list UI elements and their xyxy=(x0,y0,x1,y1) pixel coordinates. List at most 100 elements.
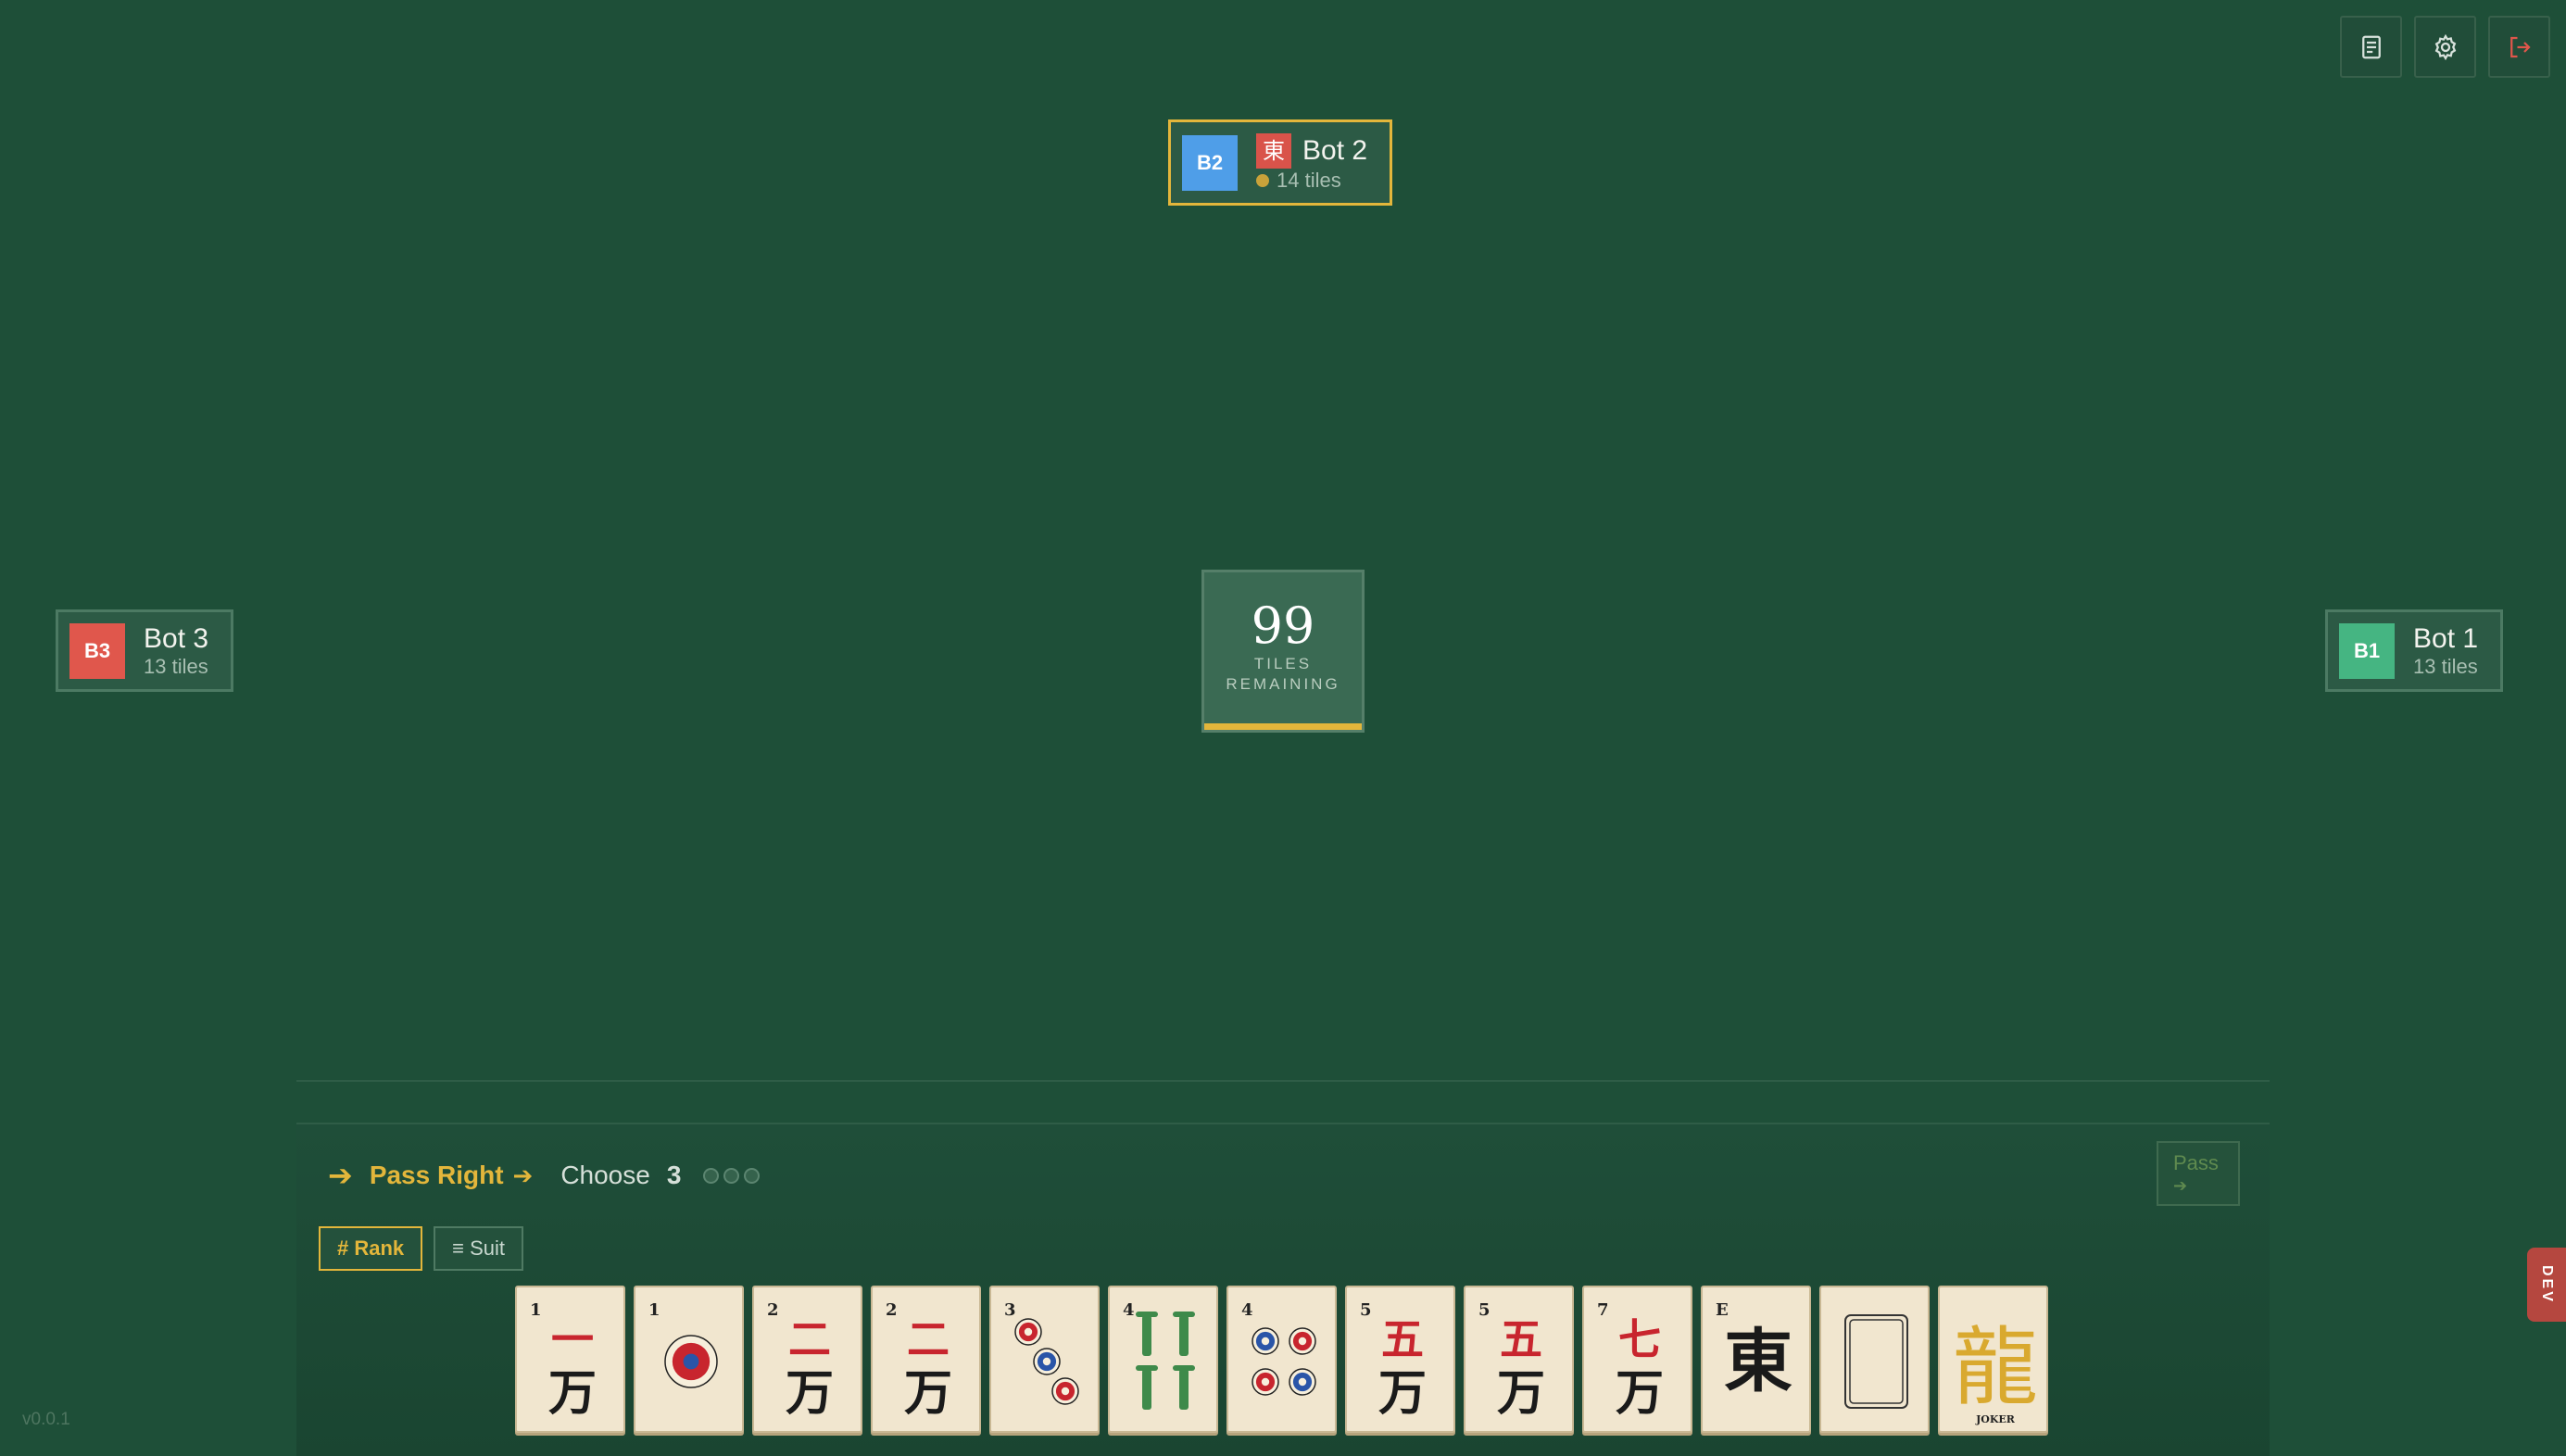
remaining-label: REMAINING xyxy=(1226,675,1340,693)
pass-title-arrow-icon: ➔ xyxy=(512,1161,534,1189)
selection-slots xyxy=(703,1167,761,1184)
player-avatar: B2 xyxy=(1182,134,1238,191)
hand-tile[interactable]: 龍 JOKER xyxy=(1938,1286,2048,1433)
pass-button[interactable]: Pass ➔ xyxy=(2157,1141,2240,1206)
crak-character-mark: 万 xyxy=(1616,1365,1664,1422)
character-tile-face: 五万 xyxy=(1497,1314,1545,1422)
player-right: B1 Bot 1 13 tiles xyxy=(2325,609,2504,692)
dot-tile-face xyxy=(1014,1318,1079,1405)
tile-glyph: 五 xyxy=(1500,1314,1542,1364)
sort-by-rank-button[interactable]: # Rank xyxy=(319,1226,423,1271)
tile-glyph: 七 xyxy=(1618,1314,1661,1364)
bamboo-stick xyxy=(1142,1315,1151,1356)
selection-slot xyxy=(723,1167,740,1184)
bamboo-knot xyxy=(1173,1365,1195,1371)
pass-button-arrow-icon: ➔ xyxy=(2173,1176,2188,1195)
tile-glyph: 二 xyxy=(907,1314,950,1364)
dealer-wind-badge: 東 xyxy=(1256,132,1291,169)
tile-glyph: 五 xyxy=(1381,1314,1424,1364)
player-left: B3 Bot 3 13 tiles xyxy=(56,609,234,692)
dot-pip-core xyxy=(683,1353,699,1370)
dot-pip-core xyxy=(1261,1337,1270,1346)
dot-pip-core xyxy=(1042,1357,1051,1366)
log-button[interactable] xyxy=(2340,16,2402,78)
hand-tile[interactable]: E東 xyxy=(1701,1286,1811,1433)
sort-controls: # Rank ≡ Suit xyxy=(319,1226,524,1271)
wall-counter: 99 TILES REMAINING xyxy=(1201,570,1365,733)
exit-icon xyxy=(2509,36,2531,57)
crak-character-mark: 万 xyxy=(548,1365,597,1422)
hand-tile[interactable]: 1一万 xyxy=(515,1286,625,1433)
dot-pip-core xyxy=(1024,1327,1033,1337)
character-tile-face: 七万 xyxy=(1616,1314,1664,1422)
bamboo-knot xyxy=(1136,1312,1158,1317)
hand-tile[interactable]: 1 xyxy=(634,1286,744,1433)
pass-title: Pass Right xyxy=(369,1161,504,1189)
selection-slot xyxy=(703,1167,720,1184)
hand-tile[interactable]: 2二万 xyxy=(871,1286,981,1433)
selection-slot xyxy=(744,1167,761,1184)
top-toolbar xyxy=(2340,16,2550,78)
tiles-remaining-count: 99 xyxy=(1251,596,1315,655)
hand-tile[interactable]: 4 xyxy=(1226,1286,1337,1433)
crak-character-mark: 万 xyxy=(904,1365,952,1422)
dot-pip-core xyxy=(1261,1377,1270,1387)
player-avatar: B3 xyxy=(69,622,125,679)
player-name: Bot 3 xyxy=(144,622,209,654)
hand-tile[interactable]: 2二万 xyxy=(752,1286,862,1433)
sort-by-suit-button[interactable]: ≡ Suit xyxy=(434,1226,524,1271)
exit-button[interactable] xyxy=(2488,16,2550,78)
dev-tab[interactable]: DEV xyxy=(2527,1248,2566,1322)
choose-label: Choose xyxy=(560,1161,650,1189)
wall-progress-bar xyxy=(1204,723,1362,730)
crak-character-mark: 万 xyxy=(1497,1365,1545,1422)
crak-character-mark: 万 xyxy=(786,1365,834,1422)
joker-glyph: 龍 xyxy=(1953,1318,2038,1417)
hand-panel: ➔ Pass Right ➔ Choose 3 Pass ➔ # Rank ≡ … xyxy=(296,1123,2270,1456)
settings-icon xyxy=(2434,33,2456,60)
dot-pip-core xyxy=(1298,1337,1307,1346)
dot-tile-face xyxy=(664,1335,718,1388)
hand-tile[interactable]: 7七万 xyxy=(1582,1286,1692,1433)
pass-button-label: Pass xyxy=(2173,1151,2219,1174)
pass-instructions: ➔ Pass Right ➔ Choose 3 xyxy=(328,1158,761,1193)
dot-tile-face xyxy=(1252,1327,1316,1396)
blank-tile-face xyxy=(1844,1314,1908,1409)
settings-button[interactable] xyxy=(2414,16,2476,78)
hand-tile[interactable]: 5五万 xyxy=(1345,1286,1455,1433)
hand-tile[interactable] xyxy=(1819,1286,1930,1433)
panel-divider xyxy=(296,1080,2270,1082)
bamboo-knot xyxy=(1136,1365,1158,1371)
player-name: Bot 2 xyxy=(1302,134,1368,166)
blank-frame xyxy=(1844,1314,1908,1409)
player-hand: 1 一万 1 2 二万 2 二万 3 4 4 5 五万 5 五万 7 七万 E 東龍 JOKER xyxy=(515,1286,2048,1433)
version-label: v0.0.1 xyxy=(22,1410,70,1429)
dot-pip-core xyxy=(1298,1377,1307,1387)
joker-label: JOKER xyxy=(1975,1413,2016,1425)
blank-frame-inner xyxy=(1849,1319,1904,1404)
tile-glyph: 一 xyxy=(551,1314,594,1364)
character-tile-face: 五万 xyxy=(1378,1314,1427,1422)
player-avatar: B1 xyxy=(2339,622,2395,679)
bamboo-stick xyxy=(1179,1315,1189,1356)
bamboo-knot xyxy=(1173,1312,1195,1317)
character-tile-face: 一万 xyxy=(548,1314,597,1422)
bamboo-stick xyxy=(1179,1369,1189,1410)
tile-glyph: 二 xyxy=(788,1314,831,1364)
log-icon xyxy=(2361,35,2381,58)
tile-glyph: 東 xyxy=(1724,1322,1792,1401)
character-tile-face: 二万 xyxy=(786,1314,834,1422)
player-tile-count: 13 tiles xyxy=(144,654,208,678)
bamboo-tile-face xyxy=(1136,1312,1195,1410)
player-tile-count: 14 tiles xyxy=(1277,168,1341,192)
wind-tile-face: 東 xyxy=(1724,1322,1792,1401)
player-tile-count: 13 tiles xyxy=(2413,654,2478,678)
player-name: Bot 1 xyxy=(2413,622,2479,654)
hand-tile[interactable]: 4 xyxy=(1108,1286,1218,1433)
joker-tile-face: 龍JOKER xyxy=(1953,1318,2038,1425)
hand-tile[interactable]: 5五万 xyxy=(1464,1286,1574,1433)
crak-character-mark: 万 xyxy=(1378,1365,1427,1422)
pass-direction-arrow-icon: ➔ xyxy=(328,1159,353,1192)
hand-tile[interactable]: 3 xyxy=(989,1286,1100,1433)
choose-count: 3 xyxy=(666,1161,682,1189)
